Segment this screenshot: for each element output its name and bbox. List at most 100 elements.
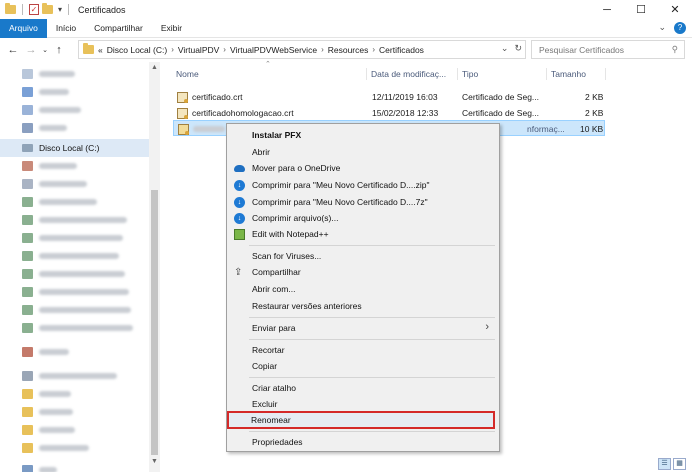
column-divider[interactable]	[366, 68, 367, 80]
nav-item[interactable]	[0, 283, 160, 301]
breadcrumb-disco-local[interactable]: Disco Local (C:)	[107, 45, 167, 55]
menu-divider	[249, 317, 495, 318]
breadcrumb-certificados[interactable]: Certificados	[379, 45, 424, 55]
quick-access-dropdown-icon[interactable]: ▾	[58, 5, 62, 14]
folder-icon	[22, 389, 33, 399]
up-icon[interactable]: ↑	[50, 44, 68, 56]
folder-icon	[22, 347, 33, 357]
column-header-name[interactable]: Nome	[176, 66, 199, 81]
properties-icon[interactable]: ✓	[29, 4, 39, 15]
nav-item[interactable]	[0, 119, 160, 137]
nav-item[interactable]	[0, 301, 160, 319]
column-header-date[interactable]: Data de modificaç...	[371, 66, 446, 81]
tab-arquivo[interactable]: Arquivo	[0, 18, 47, 38]
menu-divider	[249, 377, 495, 378]
large-icons-view-icon[interactable]: ▦	[673, 458, 686, 470]
breadcrumb-resources[interactable]: Resources	[328, 45, 369, 55]
nav-item[interactable]	[0, 385, 160, 403]
notepadpp-icon	[234, 229, 245, 240]
chevron-right-icon[interactable]: ›	[321, 45, 324, 54]
folder-icon	[83, 43, 94, 54]
menu-item-compress-zip[interactable]: ↓ Comprimir para "Meu Novo Certificado D.…	[229, 177, 497, 194]
menu-item-scan-viruses[interactable]: Scan for Viruses...	[229, 248, 497, 265]
chevron-right-icon[interactable]: ›	[223, 45, 226, 54]
nav-item[interactable]	[0, 439, 160, 457]
nav-item[interactable]	[0, 319, 160, 337]
column-divider[interactable]	[546, 68, 547, 80]
refresh-icon[interactable]: ↻	[514, 43, 522, 54]
nav-item[interactable]	[0, 193, 160, 211]
column-divider[interactable]	[457, 68, 458, 80]
breadcrumb-virtualpdv[interactable]: VirtualPDV	[178, 45, 219, 55]
chevron-right-icon: ›	[485, 321, 489, 333]
nav-item[interactable]	[0, 265, 160, 283]
menu-item-label: Abrir	[252, 147, 270, 157]
tab-exibir[interactable]: Exibir	[152, 19, 191, 38]
folder-icon	[22, 87, 33, 97]
column-header-type[interactable]: Tipo	[462, 66, 478, 81]
tab-inicio[interactable]: Início	[47, 19, 85, 38]
back-icon[interactable]: ←	[4, 44, 22, 56]
menu-item-criar-atalho[interactable]: Criar atalho	[229, 380, 497, 397]
menu-item-abrir-com[interactable]: Abrir com...	[229, 281, 497, 298]
nav-item-disco-local[interactable]: Disco Local (C:)	[0, 139, 160, 157]
sidebar-scrollbar-thumb[interactable]	[151, 190, 158, 455]
nav-item[interactable]	[0, 229, 160, 247]
menu-item-onedrive[interactable]: Mover para o OneDrive	[229, 160, 497, 177]
nav-item[interactable]	[0, 83, 160, 101]
help-icon[interactable]: ?	[674, 22, 686, 34]
nav-item[interactable]	[0, 157, 160, 175]
menu-item-abrir[interactable]: Abrir	[229, 144, 497, 161]
nav-item[interactable]	[0, 343, 160, 361]
nav-item[interactable]	[0, 211, 160, 229]
nav-item[interactable]	[0, 367, 160, 385]
recent-locations-icon[interactable]: ⌄	[40, 46, 50, 54]
column-header-size[interactable]: Tamanho	[551, 66, 586, 81]
menu-item-restaurar[interactable]: Restaurar versões anteriores	[229, 298, 497, 315]
breadcrumb-overflow[interactable]: «	[98, 45, 103, 55]
menu-item-recortar[interactable]: Recortar	[229, 342, 497, 359]
file-row[interactable]: certificado.crt 12/11/2019 16:03 Certifi…	[173, 89, 605, 105]
menu-divider	[249, 431, 495, 432]
file-date: 15/02/2018 12:33	[372, 108, 439, 118]
nav-item[interactable]	[0, 65, 160, 83]
chevron-right-icon[interactable]: ›	[372, 45, 375, 54]
address-bar[interactable]: « Disco Local (C:) › VirtualPDV › Virtua…	[78, 40, 526, 59]
menu-item-copiar[interactable]: Copiar	[229, 358, 497, 375]
file-row[interactable]: certificadohomologacao.crt 15/02/2018 12…	[173, 105, 605, 121]
menu-item-instalar-pfx[interactable]: Instalar PFX	[229, 127, 497, 144]
address-dropdown-icon[interactable]: ⌄	[501, 43, 509, 54]
menu-item-notepadpp[interactable]: Edit with Notepad++	[229, 226, 497, 243]
expand-ribbon-icon[interactable]: ⌄	[658, 22, 666, 34]
nav-item[interactable]	[0, 175, 160, 193]
breadcrumb-webservice[interactable]: VirtualPDVWebService	[230, 45, 317, 55]
details-view-icon[interactable]: ☰	[658, 458, 671, 470]
nav-item[interactable]	[0, 403, 160, 421]
menu-item-compress-files[interactable]: ↓ Comprimir arquivo(s)...	[229, 210, 497, 227]
nav-item[interactable]	[0, 101, 160, 119]
menu-item-enviar-para[interactable]: Enviar para ›	[229, 320, 497, 337]
onedrive-icon	[234, 165, 245, 172]
chevron-right-icon[interactable]: ›	[171, 45, 174, 54]
menu-item-label: Copiar	[252, 361, 278, 371]
scroll-up-icon[interactable]: ▲	[151, 64, 158, 71]
folder-icon	[22, 179, 33, 189]
new-folder-icon[interactable]	[42, 3, 53, 14]
forward-icon[interactable]: →	[22, 44, 40, 56]
tab-compartilhar[interactable]: Compartilhar	[85, 19, 152, 38]
divider	[22, 4, 23, 15]
title-bar: ✓ ▾ Certificados ─ ☐ ✕	[0, 0, 692, 19]
nav-item[interactable]	[0, 421, 160, 439]
nav-item[interactable]	[0, 247, 160, 265]
menu-item-renomear[interactable]: Renomear	[227, 411, 495, 429]
menu-item-propriedades[interactable]: Propriedades	[229, 434, 497, 451]
minimize-button[interactable]: ─	[590, 0, 624, 19]
column-divider[interactable]	[605, 68, 606, 80]
nav-item[interactable]	[0, 461, 160, 472]
menu-item-compress-7z[interactable]: ↓ Comprimir para "Meu Novo Certificado D.…	[229, 194, 497, 211]
scroll-down-icon[interactable]: ▼	[151, 458, 158, 465]
maximize-button[interactable]: ☐	[624, 0, 658, 19]
close-button[interactable]: ✕	[658, 0, 692, 19]
search-input[interactable]: Pesquisar Certificados ⚲	[531, 40, 685, 59]
menu-item-compartilhar[interactable]: ⇪ Compartilhar	[229, 264, 497, 281]
